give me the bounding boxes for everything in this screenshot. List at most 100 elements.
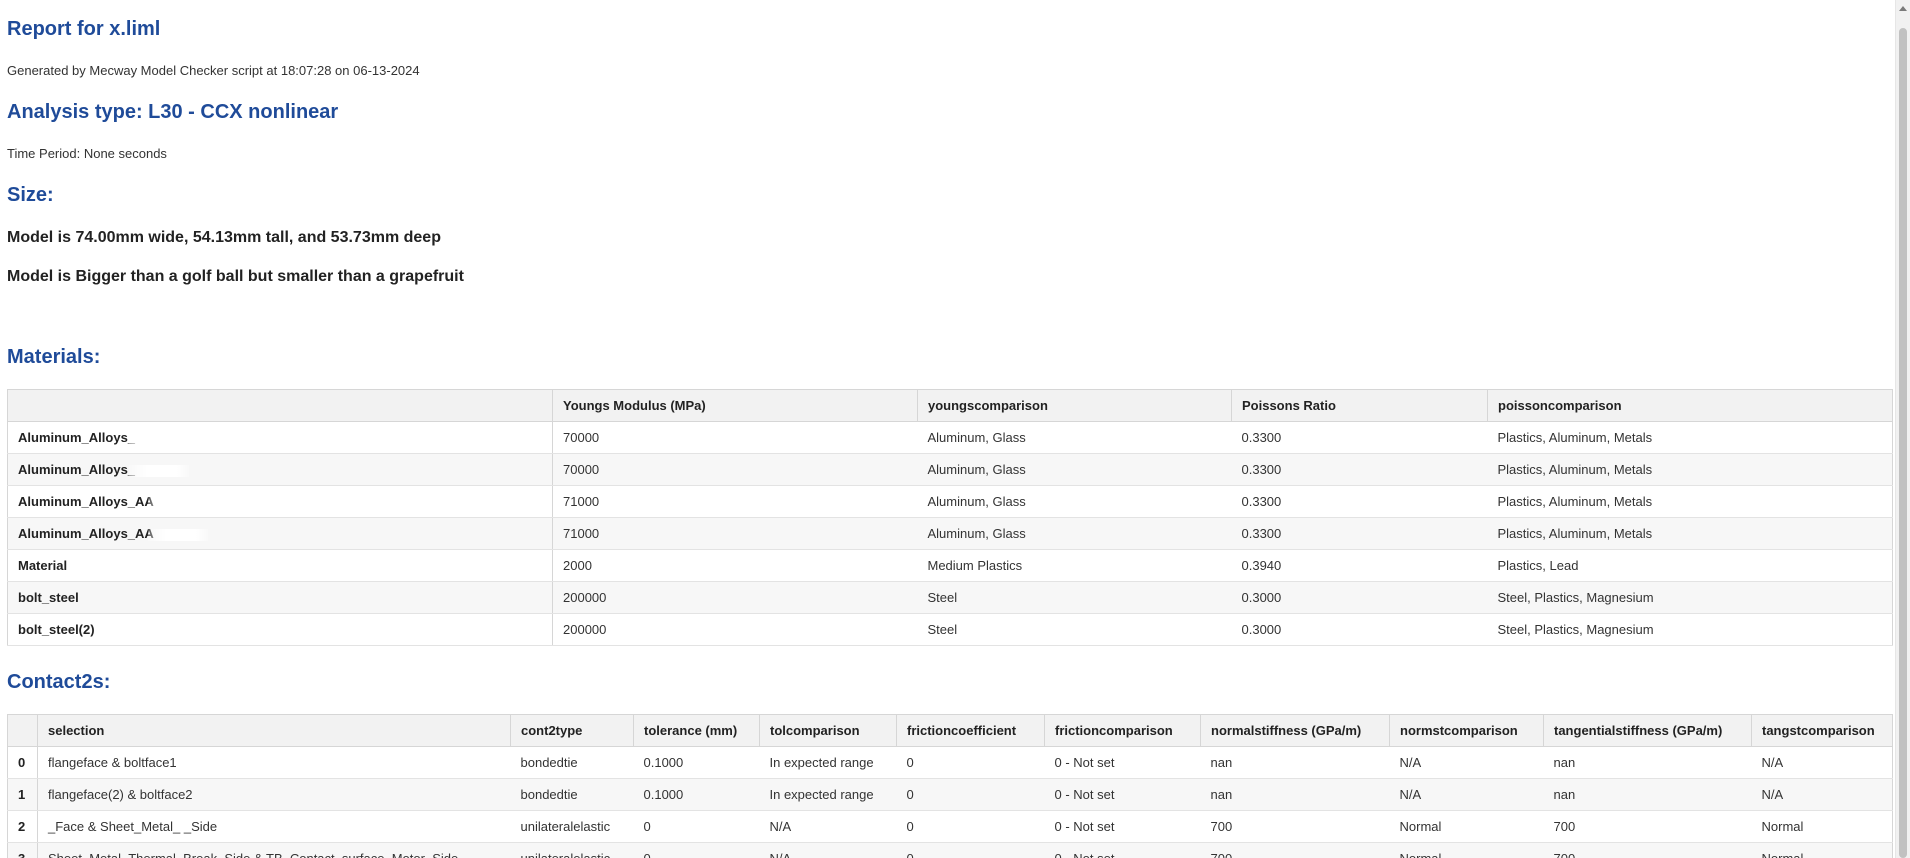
youngs-modulus-cell-text: 200000 — [563, 622, 607, 637]
contact-normstcomparison-cell: Normal — [1389, 842, 1544, 858]
poisson-comparison-cell: Plastics, Aluminum, Metals — [1487, 453, 1893, 486]
contact-normalstiffness-cell: nan — [1200, 778, 1390, 811]
material-name-cell: Aluminum_Alloys_AA — [7, 517, 553, 550]
contact-index-cell: 0 — [7, 746, 38, 779]
redaction-mark — [147, 528, 208, 541]
youngs-comparison-cell-text: Aluminum, Glass — [927, 526, 1026, 541]
materials-col-youngs: Youngs Modulus (MPa) — [552, 389, 918, 422]
youngs-modulus-cell-text: 71000 — [563, 494, 600, 509]
poisson-comparison-cell-text: Steel, Plastics, Magnesium — [1497, 590, 1654, 605]
poisson-comparison-cell: Plastics, Aluminum, Metals — [1487, 421, 1893, 454]
contact-tolcomparison-cell: N/A — [759, 810, 897, 843]
youngs-modulus-cell: 70000 — [552, 421, 918, 454]
material-name-cell-text: bolt_steel(2) — [18, 622, 95, 637]
contact-tolerance-cell: 0 — [633, 842, 760, 858]
youngs-comparison-cell: Aluminum, Glass — [917, 453, 1232, 486]
contact-type-cell: bondedtie — [510, 778, 634, 811]
size-comparison: Model is Bigger than a golf ball but sma… — [7, 268, 464, 285]
youngs-modulus-cell: 71000 — [552, 485, 918, 518]
contacts-row: 2 _Face & Sheet_Metal_ _Side unilateralela… — [7, 810, 1893, 843]
youngs-comparison-cell: Aluminum, Glass — [917, 485, 1232, 518]
poisson-comparison-cell-text: Plastics, Aluminum, Metals — [1497, 462, 1653, 477]
contact-normalstiffness-cell: nan — [1200, 746, 1390, 779]
materials-col-poissoncomparison: poissoncomparison — [1487, 389, 1893, 422]
poissons-ratio-cell: 0.3300 — [1231, 517, 1488, 550]
contacts-col-frictioncoefficient: frictioncoefficient — [896, 714, 1045, 747]
youngs-modulus-cell-text: 2000 — [563, 558, 592, 573]
contact-tangstcomparison-cell: N/A — [1751, 778, 1893, 811]
contact-index-cell: 3 — [7, 842, 38, 858]
contact-tolcomparison-cell: N/A — [759, 842, 897, 858]
poissons-ratio-cell-text: 0.3300 — [1241, 494, 1282, 509]
materials-col-poisson: Poissons Ratio — [1231, 389, 1488, 422]
youngs-modulus-cell-text: 71000 — [563, 526, 600, 541]
contact-type-cell: unilateralelastic — [510, 842, 634, 858]
poissons-ratio-cell: 0.3300 — [1231, 421, 1488, 454]
contacts-col-tangstcomparison: tangstcomparison — [1751, 714, 1893, 747]
youngs-modulus-cell-text: 70000 — [563, 430, 600, 445]
contact-frictioncomparison-cell: 0 - Not set — [1044, 810, 1201, 843]
contacts-col-index — [7, 714, 38, 747]
youngs-modulus-cell: 2000 — [552, 549, 918, 582]
contact-tolerance-cell: 0 — [633, 810, 760, 843]
contact-frictioncomparison-cell: 0 - Not set — [1044, 842, 1201, 858]
size-heading: Size: — [7, 184, 54, 206]
material-name-cell-text: Material — [18, 558, 68, 573]
contact-friction-cell: 0 — [896, 842, 1045, 858]
material-name-cell-text: Aluminum_Alloys_ — [18, 430, 136, 445]
youngs-modulus-cell: 71000 — [552, 517, 918, 550]
youngs-comparison-cell-text: Aluminum, Glass — [927, 462, 1026, 477]
contact-normalstiffness-cell: 700 — [1200, 842, 1390, 858]
youngs-comparison-cell-text: Medium Plastics — [927, 558, 1023, 573]
materials-row: Aluminum_Alloys_ 70000 Aluminum, Glass 0.33… — [7, 421, 1893, 454]
contact-frictioncomparison-cell: 0 - Not set — [1044, 778, 1201, 811]
contact-tolcomparison-cell: In expected range — [759, 746, 897, 779]
youngs-comparison-cell: Aluminum, Glass — [917, 421, 1232, 454]
vertical-scrollbar[interactable] — [1895, 0, 1910, 858]
contact-tangentialstiffness-cell: nan — [1543, 778, 1752, 811]
materials-heading: Materials: — [7, 346, 101, 368]
contact-tangentialstiffness-cell: nan — [1543, 746, 1752, 779]
material-name-cell: Aluminum_Alloys_AA — [7, 485, 553, 518]
material-name-cell: Material — [7, 549, 553, 582]
poisson-comparison-cell: Steel, Plastics, Magnesium — [1487, 613, 1893, 646]
youngs-modulus-cell: 200000 — [552, 613, 918, 646]
contact-tolerance-cell: 0.1000 — [633, 746, 760, 779]
contact-normstcomparison-cell: Normal — [1389, 810, 1544, 843]
contacts-header-row: selection cont2type tolerance (mm) tolco… — [7, 714, 1893, 747]
contacts-row: 3Sheet_Metal_Thermal_Break_Side & TB_Con… — [7, 842, 1893, 858]
material-name-cell-text: bolt_steel — [18, 590, 79, 605]
material-name-cell: bolt_steel(2) — [7, 613, 553, 646]
material-name-cell: Aluminum_Alloys_ — [7, 421, 553, 454]
materials-col-name — [7, 389, 553, 422]
contact-type-cell: unilateralelastic — [510, 810, 634, 843]
poisson-comparison-cell-text: Plastics, Aluminum, Metals — [1497, 430, 1653, 445]
poisson-comparison-cell-text: Plastics, Aluminum, Metals — [1497, 494, 1653, 509]
material-name-cell-text: Aluminum_Alloys_AA — [18, 494, 154, 509]
contacts-row: 1 flangeface(2) & boltface2 bondedtie 0.100… — [7, 778, 1893, 811]
contacts-heading: Contact2s: — [7, 671, 111, 693]
poissons-ratio-cell: 0.3940 — [1231, 549, 1488, 582]
material-name-cell-text: Aluminum_Alloys_ — [18, 462, 136, 477]
poisson-comparison-cell-text: Plastics, Lead — [1497, 558, 1579, 573]
contacts-col-selection: selection — [37, 714, 511, 747]
contact-friction-cell: 0 — [896, 810, 1045, 843]
scrollbar-thumb[interactable] — [1899, 28, 1907, 858]
generated-info: Generated by Mecway Model Checker script… — [7, 63, 420, 78]
contact-normstcomparison-cell: N/A — [1389, 778, 1544, 811]
contact-selection-cell: flangeface & boltface1 — [37, 746, 511, 779]
materials-row: Aluminum_Alloys_ 70000 Aluminum, Glass 0.33… — [7, 453, 1893, 486]
poissons-ratio-cell-text: 0.3300 — [1241, 526, 1282, 541]
report-title: Report for x.liml — [7, 18, 161, 40]
contacts-col-cont2type: cont2type — [510, 714, 634, 747]
contact-frictioncomparison-cell: 0 - Not set — [1044, 746, 1201, 779]
contacts-col-frictioncomparison: frictioncomparison — [1044, 714, 1201, 747]
contact-tolcomparison-cell: In expected range — [759, 778, 897, 811]
contact-type-cell: bondedtie — [510, 746, 634, 779]
contact-selection-cell: _Face & Sheet_Metal_ _Side — [37, 810, 511, 843]
scroll-up-arrow-icon[interactable] — [1899, 6, 1907, 11]
poissons-ratio-cell-text: 0.3000 — [1241, 622, 1282, 637]
youngs-comparison-cell: Aluminum, Glass — [917, 517, 1232, 550]
material-name-cell: bolt_steel — [7, 581, 553, 614]
materials-table: Youngs Modulus (MPa) youngscomparison Po… — [7, 389, 1893, 646]
